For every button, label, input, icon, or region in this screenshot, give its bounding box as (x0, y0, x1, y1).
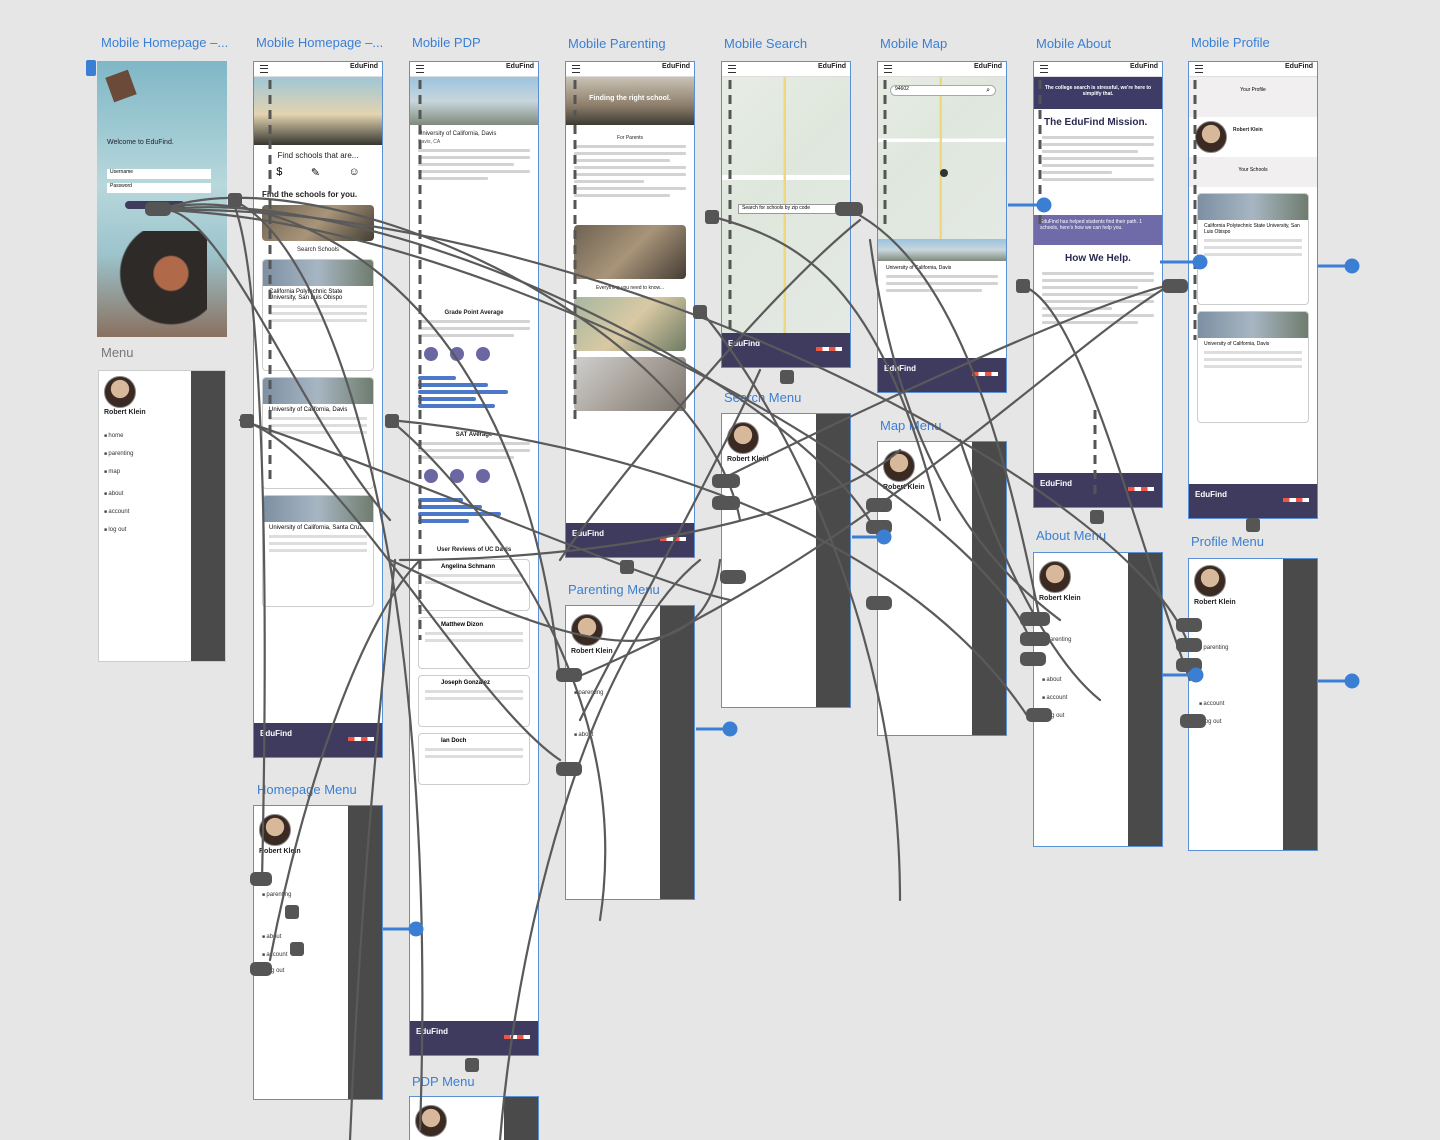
wire-connections (158, 196, 1192, 1140)
prototype-wires (86, 60, 1360, 1140)
scroll-guides (268, 80, 1197, 640)
wire-handles (145, 193, 1260, 1072)
